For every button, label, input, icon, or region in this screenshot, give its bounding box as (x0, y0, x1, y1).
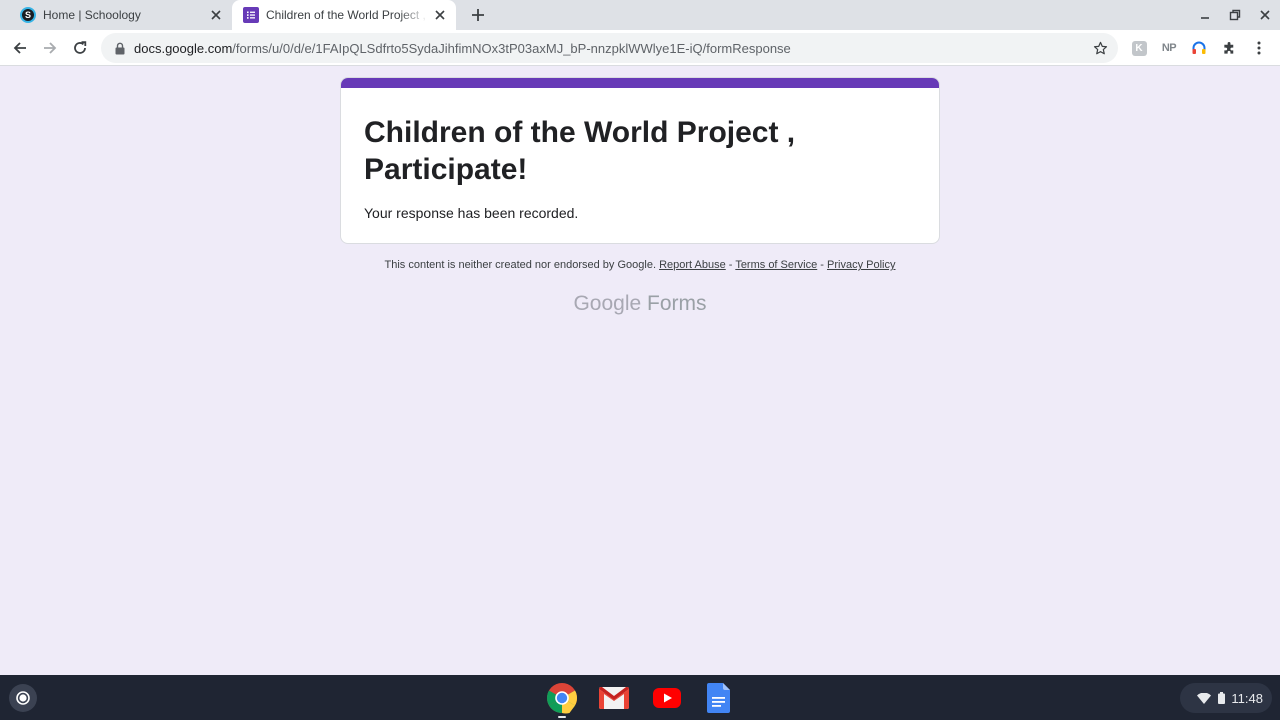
google-forms-logo[interactable]: Google Forms (540, 292, 740, 316)
star-icon (1093, 41, 1107, 54)
privacy-policy-link[interactable]: Privacy Policy (827, 259, 895, 271)
separator: - (725, 259, 736, 271)
chrome-icon (546, 683, 578, 714)
browser-toolbar: docs.google.com/forms/u/0/d/e/1FAIpQLSdf… (0, 30, 1280, 66)
separator: - (817, 259, 828, 271)
kebab-menu-icon (1257, 41, 1261, 55)
forms-wordmark: Forms (647, 292, 707, 315)
tab-schoology[interactable]: S Home | Schoology (8, 0, 232, 30)
youtube-app[interactable] (650, 681, 684, 715)
extension-grey-button[interactable]: K (1129, 38, 1149, 58)
running-indicator (558, 716, 566, 718)
google-docs-icon (707, 683, 730, 713)
gmail-app[interactable] (597, 681, 631, 715)
close-icon (1260, 10, 1270, 20)
wifi-icon (1197, 691, 1212, 705)
tab-strip: S Home | Schoology Children of the World… (0, 0, 1280, 30)
google-wordmark: Google (573, 292, 642, 315)
url-host: docs.google.com (134, 40, 233, 56)
puzzle-extensions-icon (1223, 41, 1233, 54)
url-path: /forms/u/0/d/e/1FAIpQLSdfrto5SydaJihfimN… (232, 40, 791, 56)
lock-icon (114, 41, 126, 55)
gmail-icon (599, 687, 629, 709)
form-footer: This content is neither created nor endo… (340, 259, 940, 271)
headphones-extension-button[interactable] (1189, 38, 1209, 58)
terms-of-service-link[interactable]: Terms of Service (735, 259, 817, 271)
chromeos-shelf: 11:48 (0, 675, 1280, 720)
restore-window-button[interactable] (1225, 5, 1245, 25)
url-text: docs.google.com/forms/u/0/d/e/1FAIpQLSdf… (134, 41, 791, 56)
form-title: Children of the World Project , Particip… (364, 116, 796, 186)
close-tab-icon[interactable] (428, 3, 452, 27)
bookmark-star-button[interactable] (1090, 38, 1110, 58)
tab-title: Home | Schoology (43, 8, 141, 22)
arrow-left-icon (13, 42, 26, 54)
np-extension-button[interactable]: NP (1159, 38, 1179, 58)
minimize-window-button[interactable] (1195, 5, 1215, 25)
google-docs-app[interactable] (702, 681, 736, 715)
extensions-menu-button[interactable] (1219, 38, 1239, 58)
battery-icon (1217, 691, 1225, 705)
reload-button[interactable] (68, 36, 92, 60)
report-abuse-link[interactable]: Report Abuse (659, 259, 726, 271)
schoology-icon: S (20, 7, 36, 23)
google-forms-icon (243, 7, 259, 23)
headphones-extension-icon (1192, 41, 1206, 54)
clock: 11:48 (1231, 690, 1263, 706)
reload-icon (74, 41, 87, 54)
chrome-app[interactable] (545, 681, 579, 715)
status-tray[interactable]: 11:48 (1180, 683, 1272, 713)
chrome-menu-button[interactable] (1249, 38, 1269, 58)
launcher-button[interactable] (9, 684, 37, 712)
launcher-icon (16, 691, 30, 705)
tab-title: Children of the World Project , Particip… (266, 8, 428, 22)
arrow-right-icon (44, 42, 57, 54)
plus-icon (472, 9, 484, 21)
close-window-button[interactable] (1255, 5, 1275, 25)
address-bar[interactable]: docs.google.com/forms/u/0/d/e/1FAIpQLSdf… (101, 33, 1118, 63)
response-confirmation: Your response has been recorded. (364, 205, 579, 221)
form-response-card: Children of the World Project , Particip… (340, 77, 940, 244)
close-tab-icon[interactable] (204, 3, 228, 27)
restore-icon (1229, 9, 1241, 21)
back-button[interactable] (8, 36, 32, 60)
extension-grey-icon: K (1131, 40, 1147, 56)
new-tab-button[interactable] (466, 3, 490, 27)
tab-google-form[interactable]: Children of the World Project , Particip… (232, 0, 456, 30)
youtube-icon (653, 688, 681, 708)
minimize-icon (1201, 17, 1209, 19)
forward-button[interactable] (38, 36, 62, 60)
form-accent-bar (341, 78, 939, 88)
disclaimer-text: This content is neither created nor endo… (384, 259, 657, 271)
